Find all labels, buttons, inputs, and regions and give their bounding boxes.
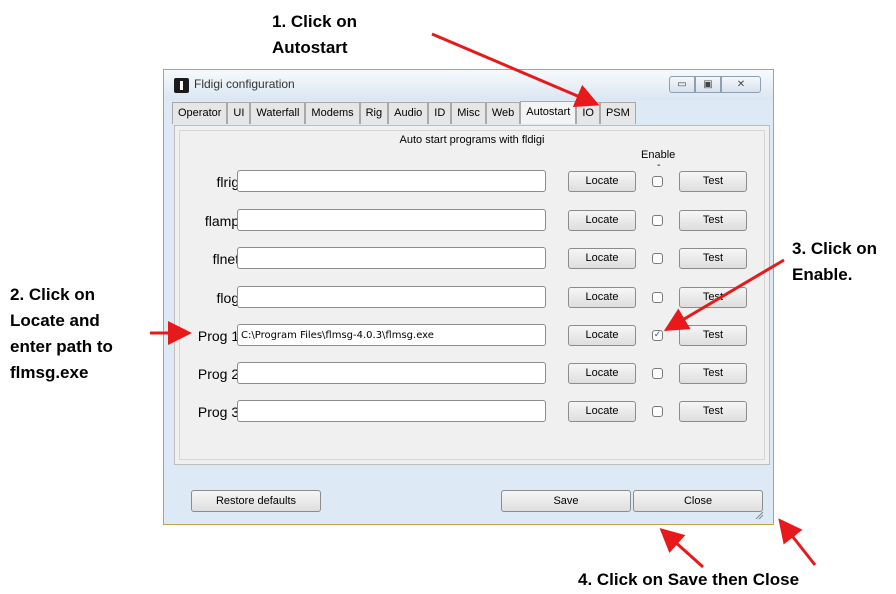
arrow-to-save xyxy=(659,527,705,569)
annotation-arrows xyxy=(150,32,817,569)
arrow-to-autostart xyxy=(431,32,600,107)
arrow-to-enable xyxy=(663,258,785,332)
arrow-to-close xyxy=(778,518,817,566)
